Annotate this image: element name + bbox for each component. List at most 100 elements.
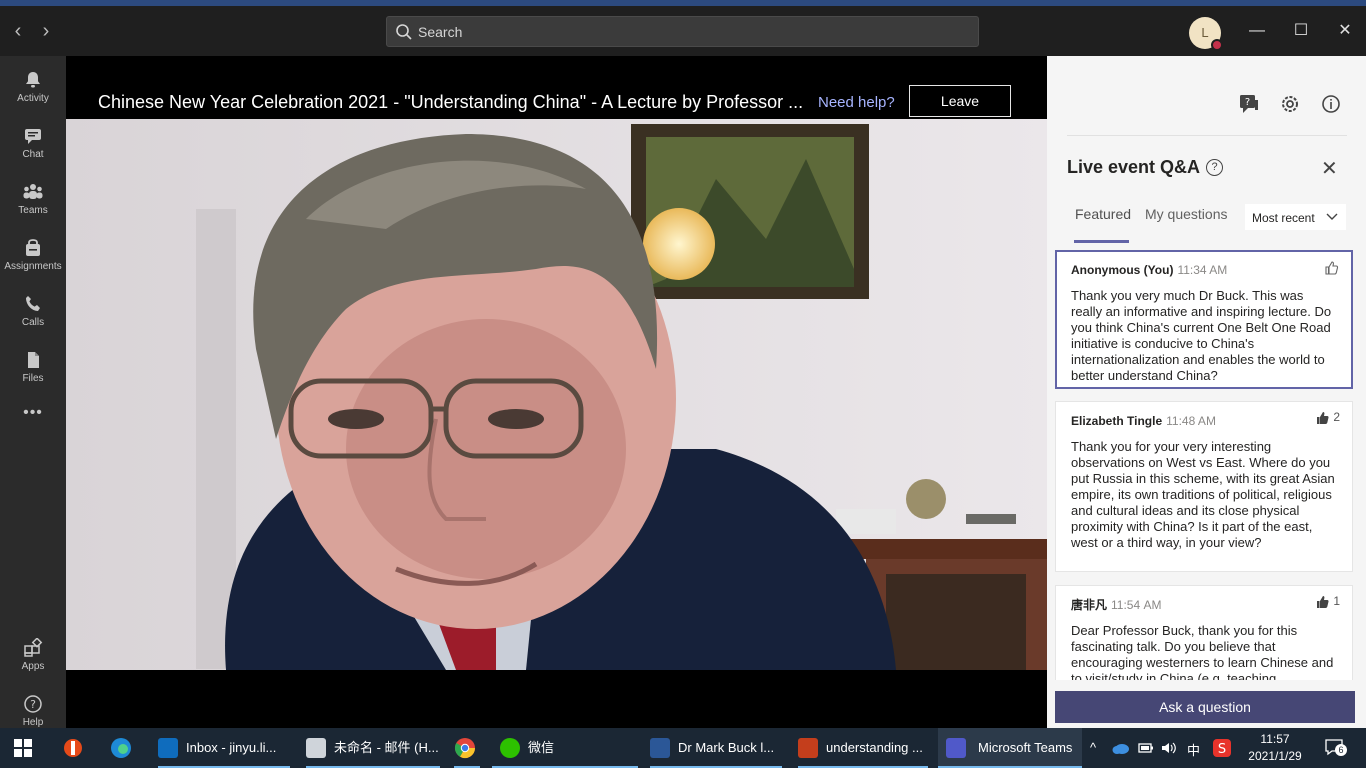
rail-label: Assignments xyxy=(4,261,62,272)
thumbs-up-icon xyxy=(1316,596,1329,608)
taskbar-powerpoint[interactable]: understanding ... xyxy=(798,728,928,768)
title-bar: ‹ › Search L — ☐ ✕ xyxy=(0,6,1366,56)
notification-center-button[interactable]: 6 xyxy=(1324,738,1347,758)
teams-app-icon xyxy=(946,738,966,758)
maximize-button[interactable]: ☐ xyxy=(1281,16,1321,46)
like-count: 1 xyxy=(1333,594,1340,609)
like-count: 2 xyxy=(1333,410,1340,425)
speaker-video-image xyxy=(66,119,1047,670)
taskbar-label: 未命名 - 邮件 (H... xyxy=(334,740,439,755)
panel-divider xyxy=(1067,135,1347,136)
chevron-up-icon[interactable]: ^ xyxy=(1090,740,1096,755)
event-title: Chinese New Year Celebration 2021 - "Und… xyxy=(98,92,804,112)
outlook-icon xyxy=(158,738,178,758)
battery-icon[interactable] xyxy=(1138,741,1154,755)
more-apps-button[interactable]: ••• xyxy=(0,404,66,456)
rail-label: Calls xyxy=(21,317,45,328)
settings-gear-icon[interactable] xyxy=(1278,92,1302,116)
like-button[interactable]: 1 xyxy=(1314,594,1340,610)
windows-start-icon[interactable] xyxy=(14,739,32,757)
qa-panel: ? Live event Q&A ? ✕ Featured My questio… xyxy=(1047,56,1366,728)
taskbar-mail[interactable]: 未命名 - 邮件 (H... xyxy=(306,728,440,768)
edge-browser-icon[interactable] xyxy=(110,737,132,759)
question-list[interactable]: Anonymous (You) 11:34 AM Thank you very m… xyxy=(1055,250,1353,680)
like-button[interactable] xyxy=(1323,260,1339,276)
question-text: Thank you for your very interesting obse… xyxy=(1071,439,1335,550)
rail-label: Apps xyxy=(21,661,45,672)
rail-label: Teams xyxy=(18,205,48,216)
taskbar-wechat[interactable]: 微信 xyxy=(492,728,638,768)
chevron-down-icon xyxy=(1326,213,1338,220)
question-time: 11:54 AM xyxy=(1111,598,1162,612)
info-icon[interactable] xyxy=(1319,92,1343,116)
volume-icon[interactable] xyxy=(1160,740,1178,756)
question-card[interactable]: 唐非凡 11:54 AM 1 Dear Professor Buck, thank… xyxy=(1055,585,1353,680)
question-author: Elizabeth Tingle xyxy=(1071,414,1163,428)
tab-active-indicator xyxy=(1074,240,1129,243)
apps-icon xyxy=(24,638,43,657)
sort-dropdown[interactable]: Most recent xyxy=(1245,204,1346,230)
tab-my-questions[interactable]: My questions xyxy=(1145,206,1227,222)
qa-help-icon[interactable]: ? xyxy=(1206,159,1223,176)
wechat-icon xyxy=(500,738,520,758)
rail-item-teams[interactable]: Teams xyxy=(0,176,66,228)
rail-item-assignments[interactable]: Assignments xyxy=(0,232,66,284)
avatar[interactable]: L xyxy=(1189,17,1223,51)
search-icon xyxy=(396,24,412,40)
taskbar-label: Inbox - jinyu.li... xyxy=(186,740,277,755)
assignments-icon xyxy=(26,239,40,256)
notification-count-badge: 6 xyxy=(1335,744,1347,756)
tab-featured[interactable]: Featured xyxy=(1075,206,1131,222)
question-card[interactable]: Anonymous (You) 11:34 AM Thank you very m… xyxy=(1055,250,1353,389)
rail-item-activity[interactable]: Activity xyxy=(0,64,66,116)
ask-question-button[interactable]: Ask a question xyxy=(1055,691,1355,723)
word-icon xyxy=(650,738,670,758)
like-button[interactable]: 2 xyxy=(1314,410,1340,426)
question-time: 11:34 AM xyxy=(1177,263,1228,277)
taskbar-chrome[interactable] xyxy=(454,728,480,768)
ime-indicator[interactable]: 中 xyxy=(1187,740,1200,759)
windows-taskbar: Inbox - jinyu.li... 未命名 - 邮件 (H... 微信 Dr… xyxy=(0,728,1366,768)
qa-close-icon[interactable]: ✕ xyxy=(1321,156,1338,181)
rail-item-files[interactable]: Files xyxy=(0,344,66,396)
sogou-input-icon[interactable]: S xyxy=(1212,738,1232,758)
question-author: 唐非凡 xyxy=(1071,598,1108,612)
rail-label: Files xyxy=(22,373,44,384)
teams-icon xyxy=(23,184,43,199)
tool-app-icon[interactable] xyxy=(62,737,84,759)
qa-chat-icon[interactable]: ? xyxy=(1237,92,1261,116)
video-feed xyxy=(66,119,1047,670)
leave-button[interactable]: Leave xyxy=(909,85,1011,117)
avatar-initial: L xyxy=(1201,25,1209,40)
taskbar-teams[interactable]: Microsoft Teams xyxy=(938,728,1082,768)
chat-icon xyxy=(25,129,41,144)
svg-text:?: ? xyxy=(30,698,36,711)
sort-label: Most recent xyxy=(1252,211,1315,225)
question-text: Thank you very much Dr Buck. This was re… xyxy=(1071,288,1332,383)
taskbar-label: 微信 xyxy=(528,740,555,755)
need-help-link[interactable]: Need help? xyxy=(818,94,895,111)
onedrive-icon[interactable] xyxy=(1112,741,1130,755)
taskbar-word[interactable]: Dr Mark Buck l... xyxy=(650,728,782,768)
back-arrow-icon[interactable]: ‹ xyxy=(8,20,28,42)
mail-icon xyxy=(306,738,326,758)
close-window-button[interactable]: ✕ xyxy=(1325,16,1365,46)
rail-item-calls[interactable]: Calls xyxy=(0,288,66,340)
taskbar-outlook[interactable]: Inbox - jinyu.li... xyxy=(158,728,290,768)
question-card[interactable]: Elizabeth Tingle 11:48 AM 2 Thank you for… xyxy=(1055,401,1353,572)
search-input[interactable]: Search xyxy=(386,16,979,47)
chrome-icon xyxy=(454,738,476,759)
file-icon xyxy=(28,352,39,368)
rail-item-apps[interactable]: Apps xyxy=(0,632,66,684)
qa-title: Live event Q&A xyxy=(1067,157,1201,177)
system-clock[interactable]: 11:57 2021/1/29 xyxy=(1240,731,1310,765)
rail-item-chat[interactable]: Chat xyxy=(0,120,66,172)
svg-text:S: S xyxy=(1218,742,1226,757)
taskbar-label: understanding ... xyxy=(826,740,923,755)
minimize-button[interactable]: — xyxy=(1237,16,1277,46)
rail-label: Chat xyxy=(22,149,44,160)
help-icon: ? xyxy=(24,695,42,713)
forward-arrow-icon[interactable]: › xyxy=(36,20,56,42)
question-time: 11:48 AM xyxy=(1166,414,1216,428)
rail-label: Activity xyxy=(17,93,49,104)
